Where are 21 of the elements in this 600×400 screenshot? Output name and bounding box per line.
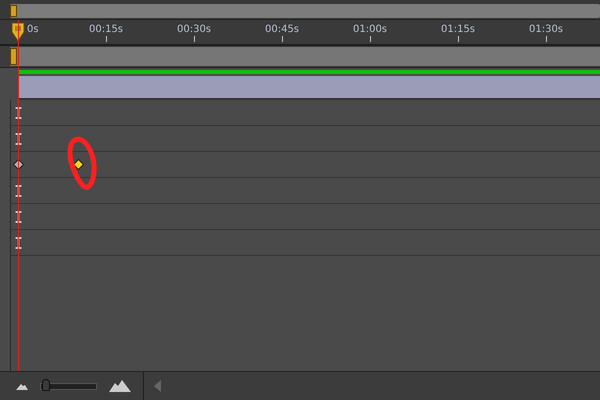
layer-in-handle[interactable] <box>10 48 17 65</box>
hold-marker-icon <box>15 106 22 118</box>
slider-thumb[interactable] <box>42 378 50 390</box>
time-ruler[interactable]: 0s 00:15s 00:30s 00:45s 01:00s 01:15s 01:30s <box>0 20 600 46</box>
hold-marker-icon <box>15 184 22 196</box>
time-label: 00:30s <box>176 24 212 35</box>
hold-marker-icon <box>15 210 22 222</box>
time-label: 00:45s <box>264 24 300 35</box>
time-label: 00:15s <box>88 24 124 35</box>
time-label: 01:15s <box>440 24 476 35</box>
time-label: 01:30s <box>528 24 564 35</box>
time-label: 0s <box>27 24 39 35</box>
time-label: 01:00s <box>352 24 388 35</box>
playhead-handle[interactable] <box>11 22 25 42</box>
zoom-out-icon[interactable] <box>16 382 28 390</box>
hold-marker-icon <box>15 132 22 144</box>
layer-duration-bar[interactable] <box>18 76 600 100</box>
hold-marker-icon <box>15 236 22 248</box>
keyframe-icon[interactable] <box>73 159 84 170</box>
work-area-handle[interactable] <box>10 5 17 17</box>
zoom-in-icon[interactable] <box>109 380 131 392</box>
